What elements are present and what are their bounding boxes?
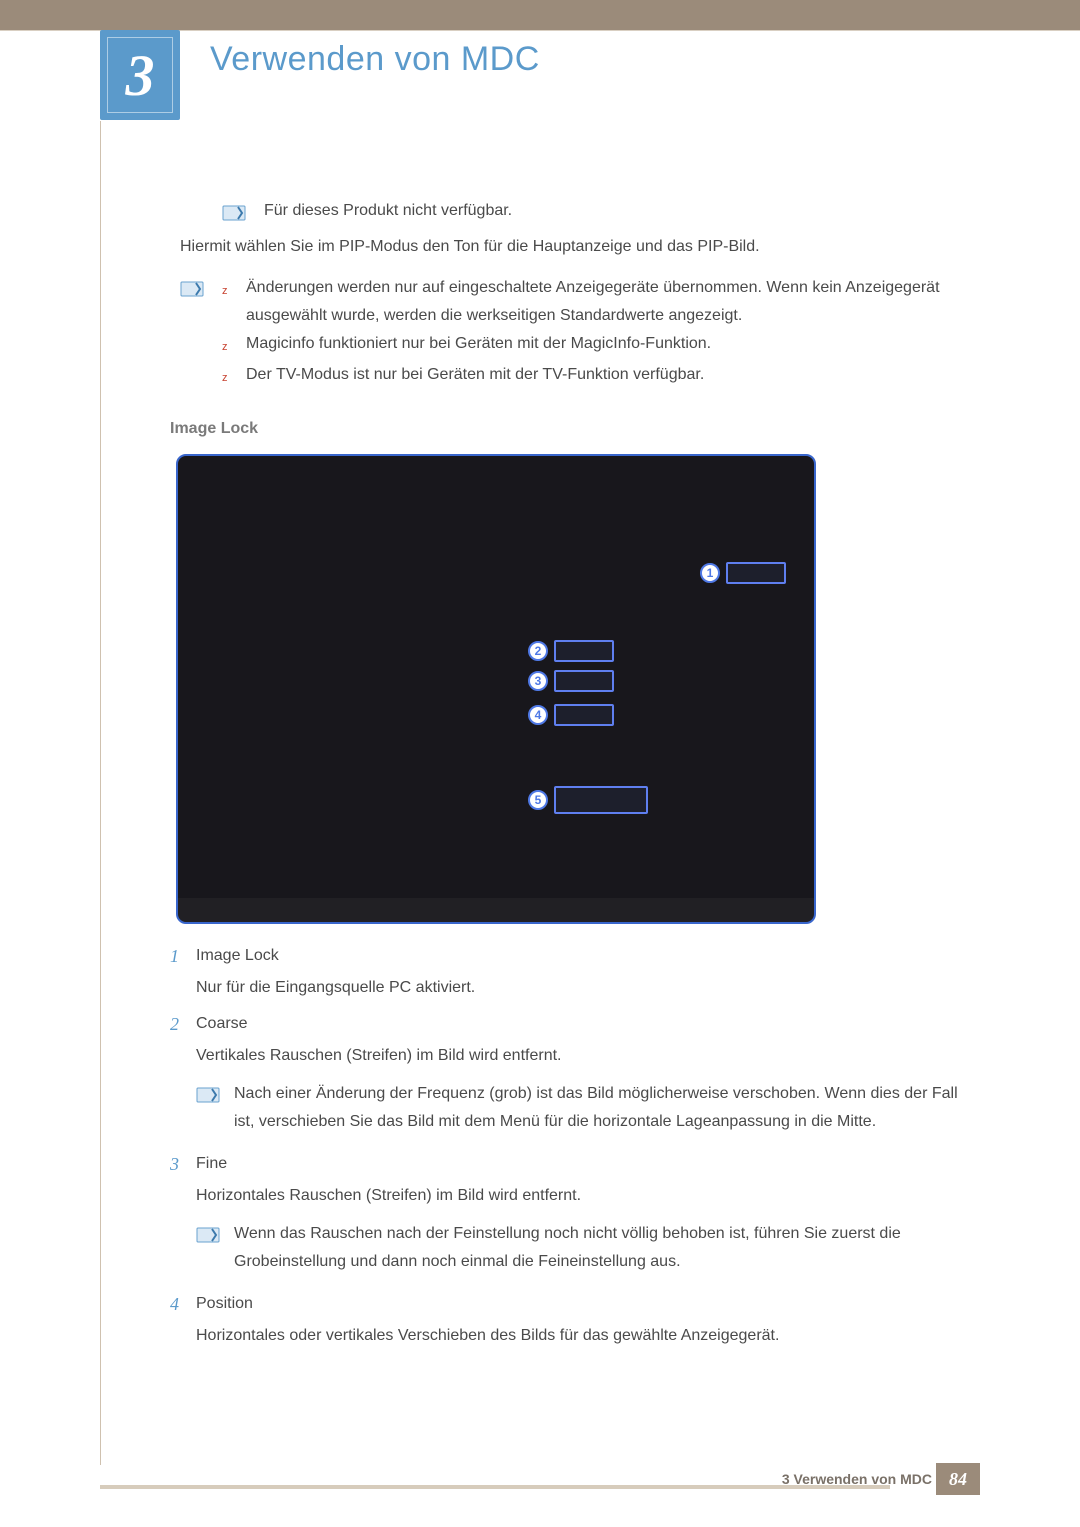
left-vertical-rule [100, 121, 101, 1465]
z-item: zÄnderungen werden nur auf eingeschaltet… [222, 274, 970, 330]
item-desc: Nur für die Eingangsquelle PC aktiviert. [196, 974, 970, 1002]
item-body: Image Lock Nur für die Eingangsquelle PC… [196, 942, 970, 1002]
section-heading: Image Lock [170, 420, 970, 438]
callout-2: 2 [528, 640, 614, 662]
note-icon [196, 1082, 220, 1106]
item-title: Fine [196, 1155, 227, 1172]
callout-4: 4 [528, 704, 614, 726]
sub-note-text: Nach einer Änderung der Frequenz (grob) … [234, 1080, 970, 1136]
list-item: 1 Image Lock Nur für die Eingangsquelle … [170, 942, 970, 1002]
sub-note-text: Wenn das Rauschen nach der Feinstellung … [234, 1220, 970, 1276]
header-bar [0, 0, 1080, 30]
z-list: zÄnderungen werden nur auf eingeschaltet… [222, 274, 970, 392]
item-title: Coarse [196, 1015, 248, 1032]
z-text: Änderungen werden nur auf eingeschaltete… [246, 274, 970, 330]
chapter-badge: 3 [100, 30, 180, 120]
item-number: 4 [170, 1290, 196, 1350]
note-icon [180, 276, 204, 300]
bullet-icon: z [222, 361, 246, 392]
screenshot-bottom-bar [178, 898, 814, 922]
screenshot: 1 2 3 4 5 [176, 454, 816, 924]
callout-box [554, 640, 614, 662]
z-item: zMagicinfo funktioniert nur bei Geräten … [222, 330, 970, 361]
item-body: Position Horizontales oder vertikales Ve… [196, 1290, 970, 1350]
callout-5: 5 [528, 786, 648, 814]
item-number: 3 [170, 1150, 196, 1282]
sub-note: Nach einer Änderung der Frequenz (grob) … [196, 1080, 970, 1136]
callout-box [554, 670, 614, 692]
chapter-number: 3 [107, 37, 173, 113]
item-body: Fine Horizontales Rauschen (Streifen) im… [196, 1150, 970, 1282]
page: 3 Verwenden von MDC Für dieses Produkt n… [0, 0, 1080, 1527]
callout-box [554, 786, 648, 814]
sub-note: Wenn das Rauschen nach der Feinstellung … [196, 1220, 970, 1276]
body-content: Für dieses Produkt nicht verfügbar. Hier… [180, 198, 970, 1358]
callout-number: 4 [528, 705, 548, 725]
callout-number: 5 [528, 790, 548, 810]
z-text: Magicinfo funktioniert nur bei Geräten m… [246, 330, 711, 361]
page-title: Verwenden von MDC [210, 40, 540, 79]
callout-3: 3 [528, 670, 614, 692]
item-desc: Horizontales Rauschen (Streifen) im Bild… [196, 1182, 970, 1210]
spacer [180, 198, 204, 224]
footer: 3 Verwenden von MDC 84 [100, 1459, 980, 1489]
intro-text: Hiermit wählen Sie im PIP-Modus den Ton … [180, 234, 970, 260]
numbered-list: 1 Image Lock Nur für die Eingangsquelle … [170, 942, 970, 1350]
footer-rule [100, 1485, 890, 1489]
callout-number: 1 [700, 563, 720, 583]
list-item: 2 Coarse Vertikales Rauschen (Streifen) … [170, 1010, 970, 1142]
callout-box [554, 704, 614, 726]
note-text: Für dieses Produkt nicht verfügbar. [264, 198, 512, 224]
item-number: 1 [170, 942, 196, 1002]
callout-box [726, 562, 786, 584]
callout-1: 1 [700, 562, 786, 584]
item-desc: Horizontales oder vertikales Verschieben… [196, 1322, 970, 1350]
callout-number: 2 [528, 641, 548, 661]
item-body: Coarse Vertikales Rauschen (Streifen) im… [196, 1010, 970, 1142]
notes-block: zÄnderungen werden nur auf eingeschaltet… [180, 274, 970, 392]
bullet-icon: z [222, 274, 246, 330]
note-icon [222, 200, 246, 224]
footer-label: 3 Verwenden von MDC [782, 1471, 932, 1487]
z-item: zDer TV-Modus ist nur bei Geräten mit de… [222, 361, 970, 392]
list-item: 3 Fine Horizontales Rauschen (Streifen) … [170, 1150, 970, 1282]
item-title: Position [196, 1295, 253, 1312]
bullet-icon: z [222, 330, 246, 361]
list-item: 4 Position Horizontales oder vertikales … [170, 1290, 970, 1350]
item-number: 2 [170, 1010, 196, 1142]
footer-page-number: 84 [936, 1463, 980, 1495]
callout-number: 3 [528, 671, 548, 691]
item-desc: Vertikales Rauschen (Streifen) im Bild w… [196, 1042, 970, 1070]
item-title: Image Lock [196, 947, 279, 964]
note-icon [196, 1222, 220, 1246]
note-row: Für dieses Produkt nicht verfügbar. [180, 198, 970, 224]
z-text: Der TV-Modus ist nur bei Geräten mit der… [246, 361, 704, 392]
